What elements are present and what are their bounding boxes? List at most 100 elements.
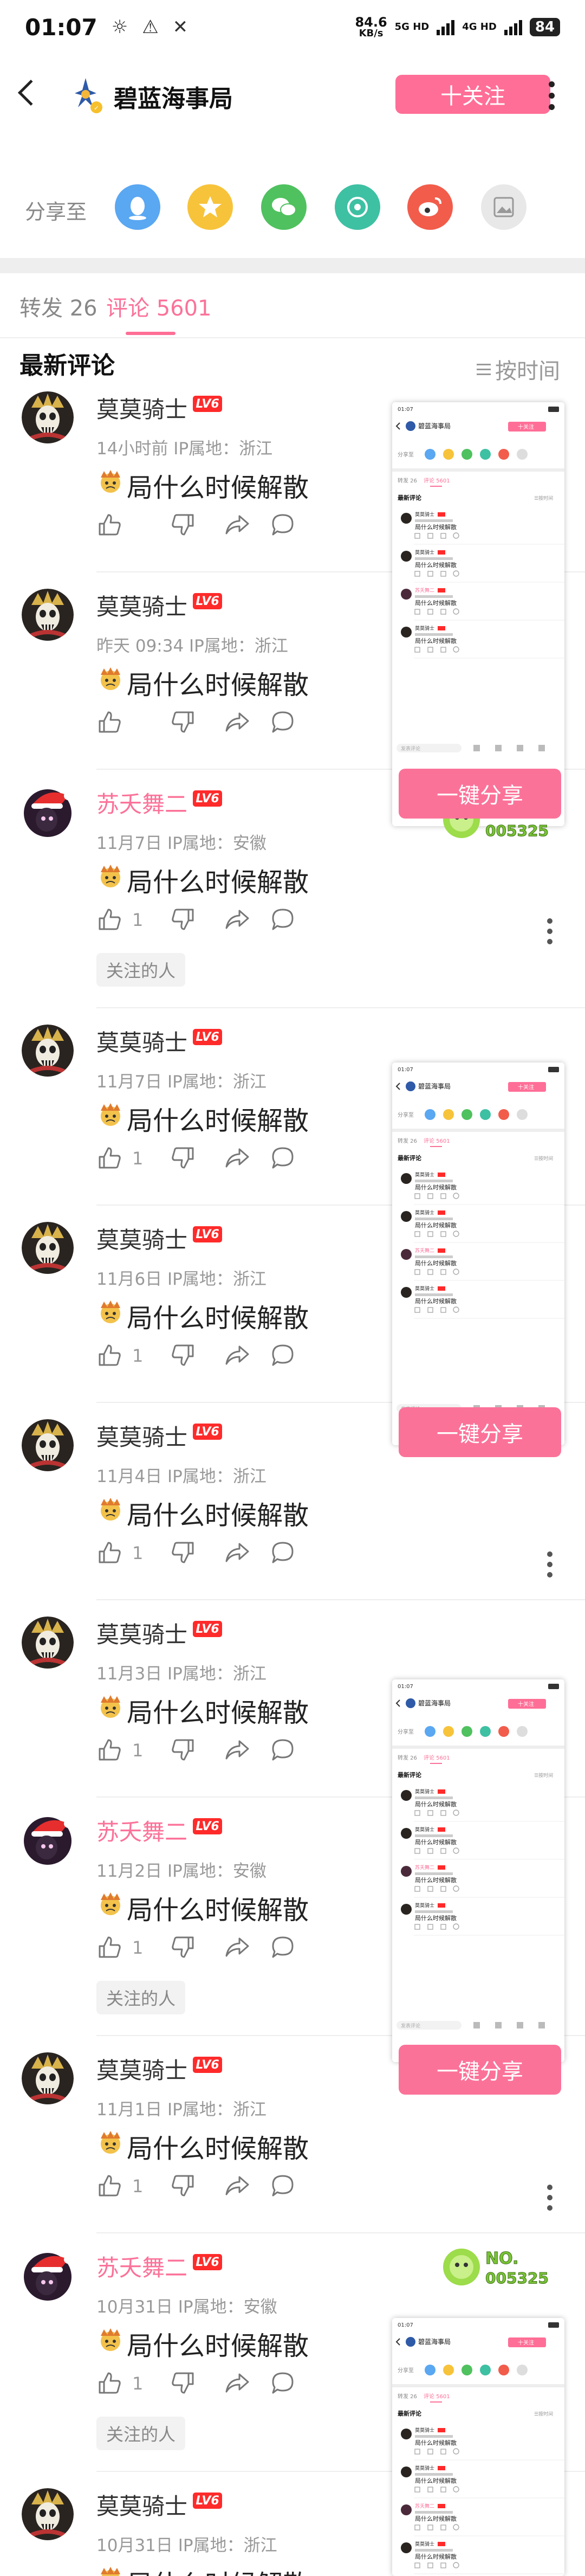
comment-content[interactable]: 局什么时候解散	[96, 664, 309, 701]
like-icon[interactable]	[96, 1145, 122, 1171]
comment-meta: 14小时前 IP属地：浙江	[96, 439, 273, 459]
channel-avatar[interactable]: ✓	[64, 74, 107, 117]
wechat-share-icon[interactable]	[261, 184, 307, 230]
sort-button[interactable]: 按时间	[477, 353, 560, 385]
tab-forward[interactable]: 转发 26	[20, 291, 98, 322]
comment-content[interactable]: 局什么时候解散	[96, 1099, 309, 1137]
share-icon[interactable]	[224, 512, 250, 538]
preview-thumbnail[interactable]: 01:07 碧蓝海事局 十关注 分享至 转发 26 评论 5601 最新评论 ☰…	[392, 1062, 564, 1445]
dislike-icon[interactable]	[170, 1540, 196, 1566]
dislike-icon[interactable]	[170, 906, 196, 932]
username[interactable]: 莫莫骑士	[96, 391, 187, 424]
tab-comments[interactable]: 评论 5601	[106, 291, 212, 322]
number-badge-sticker: NO. 005325	[440, 2242, 554, 2291]
comment-content[interactable]: 局什么时候解散	[96, 2563, 309, 2576]
reply-icon[interactable]	[270, 1342, 296, 1368]
qq-share-icon[interactable]	[115, 184, 160, 230]
reply-icon[interactable]	[270, 1737, 296, 1763]
username[interactable]: 莫莫骑士	[96, 2052, 187, 2085]
comment-content[interactable]: 局什么时候解散	[96, 861, 309, 899]
user-avatar[interactable]	[22, 1617, 74, 1669]
username[interactable]: 莫莫骑士	[96, 1025, 187, 1058]
dislike-icon[interactable]	[170, 709, 196, 735]
reply-icon[interactable]	[270, 1145, 296, 1171]
like-icon[interactable]	[96, 2370, 122, 2396]
user-avatar[interactable]	[22, 2488, 74, 2540]
dislike-icon[interactable]	[170, 2370, 196, 2396]
more-options-icon[interactable]	[547, 1551, 552, 1577]
username[interactable]: 莫莫骑士	[96, 1222, 187, 1255]
dislike-icon[interactable]	[170, 1934, 196, 1960]
share-icon[interactable]	[224, 1342, 250, 1368]
like-icon[interactable]	[96, 1737, 122, 1763]
dislike-icon[interactable]	[170, 1145, 196, 1171]
comment-content[interactable]: 局什么时候解散	[96, 2324, 309, 2362]
user-avatar[interactable]	[22, 1419, 74, 1471]
user-avatar[interactable]	[22, 589, 74, 641]
like-icon[interactable]	[96, 1540, 122, 1566]
comment-content[interactable]: 局什么时候解散	[96, 1889, 309, 1927]
share-icon[interactable]	[224, 2370, 250, 2396]
username[interactable]: 莫莫骑士	[96, 1617, 187, 1650]
share-icon[interactable]	[224, 709, 250, 735]
reply-icon[interactable]	[270, 1934, 296, 1960]
preview-thumbnail[interactable]: 01:07 碧蓝海事局 十关注 分享至 转发 26 评论 5601 最新评论 ☰…	[392, 2318, 564, 2576]
share-icon[interactable]	[224, 1145, 250, 1171]
username[interactable]: 苏夭舞二	[96, 1814, 187, 1847]
reply-icon[interactable]	[270, 2370, 296, 2396]
dislike-icon[interactable]	[170, 1737, 196, 1763]
like-icon[interactable]	[96, 512, 122, 538]
preview-thumbnail[interactable]: 01:07 碧蓝海事局 十关注 分享至 转发 26 评论 5601 最新评论 ☰…	[392, 402, 564, 826]
like-icon[interactable]	[96, 2173, 122, 2199]
one-click-share-button[interactable]: 一键分享	[399, 2045, 561, 2095]
reply-icon[interactable]	[270, 906, 296, 932]
user-avatar[interactable]	[22, 1025, 74, 1077]
more-options-icon[interactable]	[547, 2185, 552, 2211]
share-icon[interactable]	[224, 1737, 250, 1763]
reply-icon[interactable]	[270, 2173, 296, 2199]
one-click-share-button[interactable]: 一键分享	[399, 769, 561, 819]
like-icon[interactable]	[96, 1342, 122, 1368]
follow-button[interactable]: 十关注	[395, 75, 550, 114]
weibo-share-icon[interactable]	[407, 184, 453, 230]
reply-icon[interactable]	[270, 709, 296, 735]
battery-indicator: 84	[529, 18, 560, 36]
svg-text:分享至: 分享至	[398, 451, 414, 458]
username[interactable]: 苏夭舞二	[96, 2250, 187, 2283]
user-avatar[interactable]	[22, 2250, 74, 2302]
username[interactable]: 苏夭舞二	[96, 786, 187, 819]
user-avatar[interactable]	[22, 1222, 74, 1274]
more-options-icon[interactable]	[547, 918, 552, 944]
user-avatar[interactable]	[22, 391, 74, 443]
dislike-icon[interactable]	[170, 512, 196, 538]
dislike-icon[interactable]	[170, 1342, 196, 1368]
like-icon[interactable]	[96, 906, 122, 932]
share-icon[interactable]	[224, 906, 250, 932]
share-icon[interactable]	[224, 1934, 250, 1960]
share-icon[interactable]	[224, 1540, 250, 1566]
comment-content[interactable]: 局什么时候解散	[96, 1691, 309, 1729]
like-icon[interactable]	[96, 1934, 122, 1960]
username[interactable]: 莫莫骑士	[96, 1419, 187, 1452]
one-click-share-button[interactable]: 一键分享	[399, 1407, 561, 1457]
qzone-share-icon[interactable]	[187, 184, 233, 230]
username[interactable]: 莫莫骑士	[96, 589, 187, 622]
user-avatar[interactable]	[22, 2052, 74, 2104]
user-avatar[interactable]	[22, 786, 74, 838]
like-icon[interactable]	[96, 709, 122, 735]
poster-share-icon[interactable]	[481, 184, 526, 230]
moments-share-icon[interactable]	[335, 184, 380, 230]
reply-icon[interactable]	[270, 1540, 296, 1566]
back-arrow-icon[interactable]	[17, 79, 44, 106]
comment-content[interactable]: 局什么时候解散	[96, 2127, 309, 2165]
more-menu-icon[interactable]	[547, 81, 556, 110]
reply-icon[interactable]	[270, 512, 296, 538]
share-icon[interactable]	[224, 2173, 250, 2199]
username[interactable]: 莫莫骑士	[96, 2488, 187, 2521]
preview-thumbnail[interactable]: 01:07 碧蓝海事局 十关注 分享至 转发 26 评论 5601 最新评论 ☰…	[392, 1679, 564, 2062]
comment-content[interactable]: 局什么时候解散	[96, 466, 309, 504]
comment-content[interactable]: 局什么时候解散	[96, 1297, 309, 1335]
user-avatar[interactable]	[22, 1814, 74, 1866]
comment-content[interactable]: 局什么时候解散	[96, 1494, 309, 1532]
dislike-icon[interactable]	[170, 2173, 196, 2199]
